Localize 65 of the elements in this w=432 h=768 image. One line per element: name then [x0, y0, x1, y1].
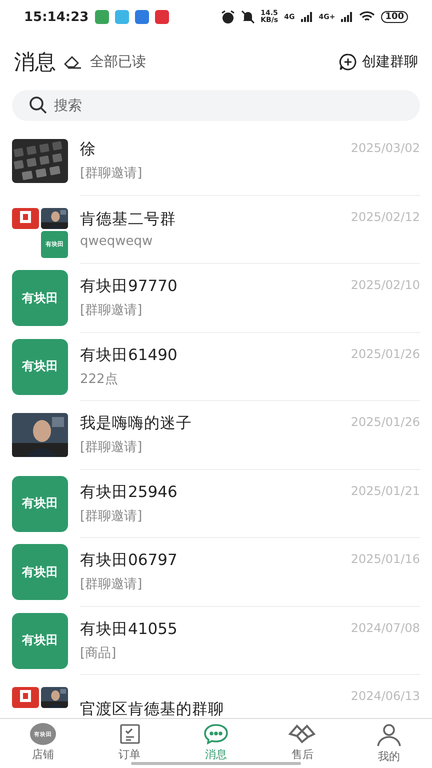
conversation-item[interactable]: 我是嗨嗨的迷子 [群聊邀请] 2025/01/26 — [0, 401, 432, 470]
bell-muted-icon — [240, 10, 255, 24]
conversation-name: 官渡区肯德基的群聊 — [80, 698, 224, 718]
message-preview: [商品] — [80, 644, 118, 662]
message-preview: [群聊邀请] — [80, 165, 144, 182]
create-group-button[interactable]: 创建群聊 — [339, 53, 418, 71]
conversation-item[interactable]: 有块田 有块田61490 222点 2025/01/26 — [0, 332, 432, 401]
app-notification-icon — [94, 10, 109, 24]
message-date: 2025/01/26 — [350, 346, 420, 360]
mark-all-read-button[interactable]: 全部已读 — [90, 53, 146, 71]
message-preview: [群聊邀请] — [80, 439, 144, 456]
message-date: 2025/01/21 — [350, 484, 420, 498]
status-time: 15:14:23 — [24, 10, 89, 24]
conversation-item[interactable]: 官渡区肯德基的群聊 2024/06/13 — [0, 675, 432, 718]
conversation-name: 肯德基二号群 — [80, 209, 176, 230]
conversation-name: 有块田97770 — [80, 276, 178, 298]
message-preview: [群聊邀请] — [80, 576, 144, 594]
plus-bubble-icon — [339, 53, 357, 71]
conversation-name: 我是嗨嗨的迷子 — [80, 413, 192, 434]
app-notification-icon — [134, 10, 149, 24]
message-preview: [群聊邀请] — [80, 508, 144, 525]
signal-icon — [341, 12, 354, 22]
tab-item[interactable]: 订单 — [86, 719, 173, 768]
page-title: 消息 — [14, 49, 56, 76]
eraser-icon — [64, 55, 82, 69]
message-date: 2024/07/08 — [350, 620, 420, 634]
handshake-icon — [288, 723, 316, 745]
tab-item[interactable]: 售后 — [259, 719, 346, 768]
message-date: 2025/02/10 — [350, 278, 420, 292]
conversation-name: 徐 — [80, 139, 96, 160]
tab-item[interactable]: 我的 — [346, 719, 432, 768]
alarm-icon — [220, 10, 235, 24]
search-icon — [29, 96, 47, 114]
message-date: 2025/02/12 — [350, 210, 420, 224]
app-notification-icon — [114, 10, 129, 24]
conversation-item[interactable]: 有块田 有块田41055 [商品] 2024/07/08 — [0, 606, 432, 675]
wifi-icon — [359, 11, 376, 23]
conversation-name: 有块田61490 — [80, 344, 178, 366]
message-preview: 222点 — [80, 370, 119, 388]
person-icon — [376, 723, 402, 747]
conversation-name: 有块田25946 — [80, 482, 178, 503]
message-date: 2025/03/02 — [350, 141, 420, 155]
conversation-item[interactable]: 有块田 有块田25946 [群聊邀请] 2025/01/21 — [0, 470, 432, 538]
logo-avatar: 有块田 — [12, 270, 68, 326]
app-notification-icon — [154, 10, 169, 24]
conversation-name: 有块田06797 — [80, 550, 178, 572]
checklist-icon — [118, 723, 141, 745]
conversation-name: 有块田41055 — [80, 618, 178, 640]
chat-bubble-icon — [203, 723, 230, 745]
logo-avatar: 有块田 — [12, 612, 68, 669]
search-field[interactable]: 搜索 — [12, 90, 420, 121]
logo-avatar: 有块田 — [12, 338, 68, 395]
logo-avatar: 有块田 — [12, 544, 68, 600]
message-date: 2025/01/16 — [350, 552, 420, 566]
conversation-item[interactable]: 有块田 有块田97770 [群聊邀请] 2025/02/10 — [0, 264, 432, 332]
signal-icon — [300, 12, 313, 22]
message-date: 2025/01/26 — [350, 415, 420, 429]
battery-level: 100 — [381, 11, 408, 23]
logo-avatar: 有块田 — [12, 476, 68, 532]
message-preview: qweqweqw — [80, 234, 154, 250]
message-preview: [群聊邀请] — [80, 302, 144, 320]
conversation-item[interactable]: 徐 [群聊邀请] 2025/03/02 — [0, 127, 432, 196]
conversation-item[interactable]: 有块田 有块田06797 [群聊邀请] 2025/01/16 — [0, 538, 432, 606]
message-date: 2024/06/13 — [350, 689, 420, 703]
tab-item[interactable]: 消息 — [172, 719, 260, 768]
